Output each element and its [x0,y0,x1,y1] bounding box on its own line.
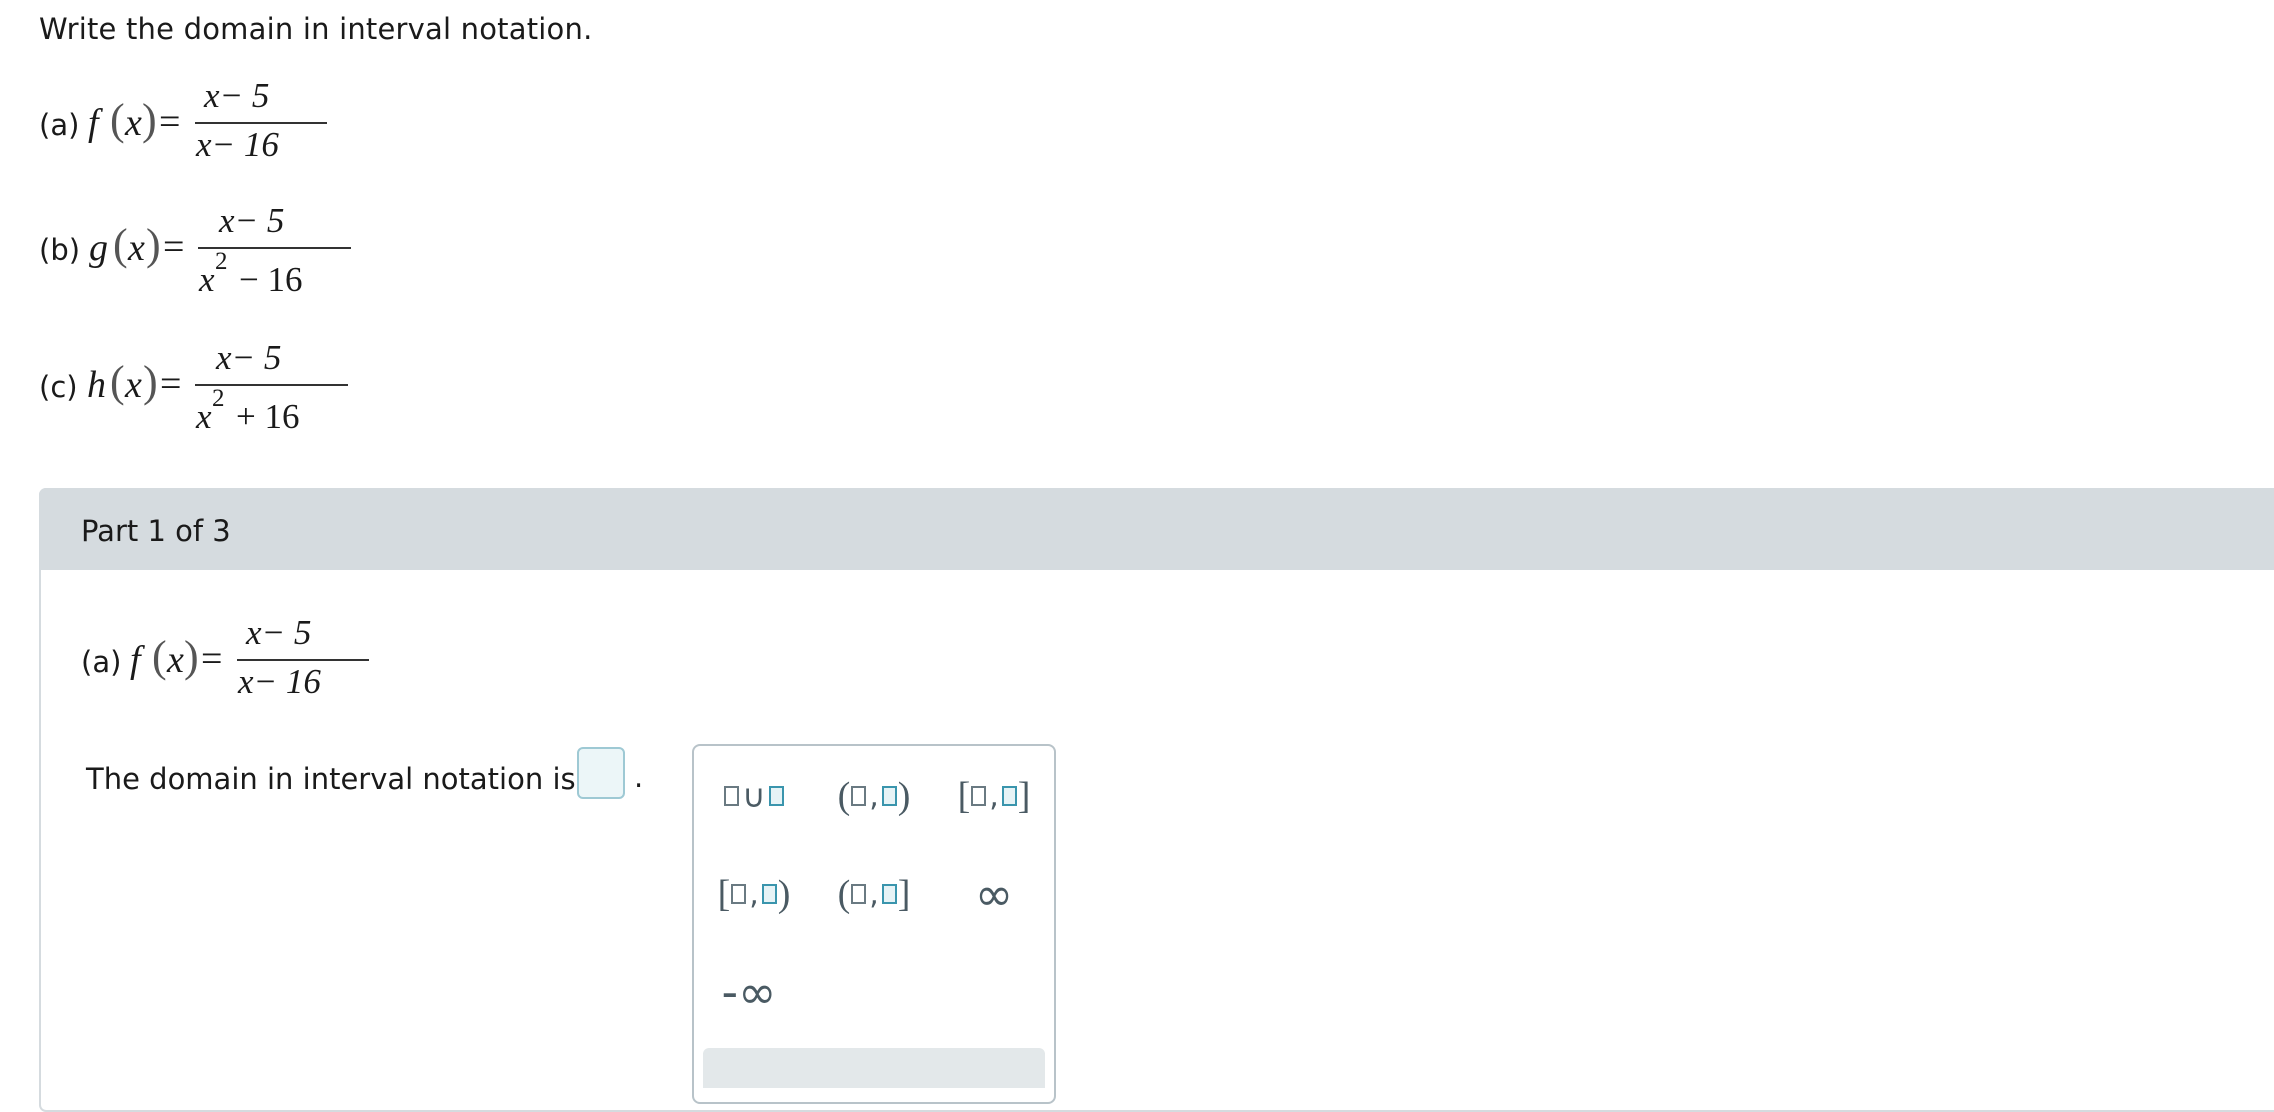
open-bracket: [ [957,775,971,817]
negative-infinity-button[interactable]: -∞ [714,962,784,1022]
part-problem-numerator: x− 5 [246,613,312,652]
problem-c-close-paren: ) [143,357,158,406]
problem-b-equals: = [163,226,185,268]
union-button[interactable]: ∪ [714,766,794,826]
closed-open-interval-button[interactable]: [ , ) [709,864,799,924]
part-problem-open-paren: ( [152,632,167,681]
infinity-button[interactable]: ∞ [959,864,1029,924]
part-panel [39,488,2274,1112]
open-paren: ( [837,775,851,817]
part-problem-fraction-bar [237,659,369,661]
comma: , [749,876,759,912]
problem-b-variable: x [128,227,145,269]
negative-infinity-icon: -∞ [721,965,777,1019]
open-bracket: [ [717,873,731,915]
problem-b: (b) g ( x ) = x− 5 x 2 − 16 [39,201,351,305]
problem-c-numerator: x− 5 [216,338,282,377]
problem-b-open-paren: ( [113,220,128,269]
problem-b-function-name: g [89,227,108,269]
close-paren: ) [777,873,791,915]
close-bracket: ] [1017,775,1031,817]
problem-b-label: (b) [39,233,81,267]
part-problem-function-name: f [130,639,141,681]
problem-a-label: (a) [39,108,80,142]
part-problem-close-paren: ) [184,632,199,681]
placeholder-square-icon [971,786,987,806]
placeholder-square-icon [761,884,777,904]
problem-c-variable: x [125,364,142,406]
infinity-icon: ∞ [974,867,1014,921]
union-symbol: ∪ [742,777,766,815]
open-paren: ( [837,873,851,915]
part-problem-denominator: x− 16 [238,662,321,701]
placeholder-square-icon [851,786,867,806]
problem-c: (c) h ( x ) = x− 5 x 2 + 16 [39,338,348,442]
problem-b-close-paren: ) [146,220,161,269]
problem-b-denominator-rest: − 16 [239,260,303,299]
problem-a-denominator: x− 16 [196,125,279,164]
problem-c-open-paren: ( [110,357,125,406]
open-closed-interval-button[interactable]: ( , ] [829,864,919,924]
part-problem-label: (a) [81,645,122,679]
answer-period: . [634,760,644,794]
comma: , [869,876,879,912]
problem-b-numerator: x− 5 [219,201,285,240]
open-open-interval-button[interactable]: ( , ) [829,766,919,826]
problem-c-denominator-base: x [196,397,212,436]
problem-c-label: (c) [39,370,78,404]
closed-closed-interval-button[interactable]: [ , ] [949,766,1039,826]
close-bracket: ] [897,873,911,915]
problem-b-denominator-exponent: 2 [215,248,228,275]
part-header [39,488,2274,570]
problem-c-denominator-rest: + 16 [236,397,300,436]
problem-a: (a) f ( x ) = x− 5 x− 16 [39,76,339,170]
placeholder-square-icon [1001,786,1017,806]
placeholder-square-icon [768,786,784,806]
problem-a-open-paren: ( [110,95,125,144]
placeholder-square-icon [851,884,867,904]
problem-a-function-name: f [88,102,99,144]
answer-prompt: The domain in interval notation is [86,762,576,796]
placeholder-square-icon [881,786,897,806]
palette-footer-toolbar [703,1048,1045,1088]
problem-c-function-name: h [87,364,106,406]
part-title: Part 1 of 3 [81,514,231,548]
problem-a-equals: = [159,101,181,143]
placeholder-square-icon [724,786,740,806]
problem-a-variable: x [125,102,142,144]
part-problem-a: (a) f ( x ) = x− 5 x− 16 [81,613,381,707]
part-problem-equals: = [201,638,223,680]
instructions-text: Write the domain in interval notation. [39,12,593,46]
close-paren: ) [897,775,911,817]
problem-a-close-paren: ) [142,95,157,144]
placeholder-square-icon [731,884,747,904]
comma: , [989,778,999,814]
placeholder-square-icon [881,884,897,904]
part-problem-variable: x [167,639,184,681]
comma: , [869,778,879,814]
problem-a-fraction-bar [195,122,327,124]
problem-c-denominator-exponent: 2 [212,385,225,412]
problem-c-equals: = [160,363,182,405]
problem-a-numerator: x− 5 [204,76,270,115]
problem-b-denominator-base: x [199,260,215,299]
answer-input[interactable] [577,747,625,799]
